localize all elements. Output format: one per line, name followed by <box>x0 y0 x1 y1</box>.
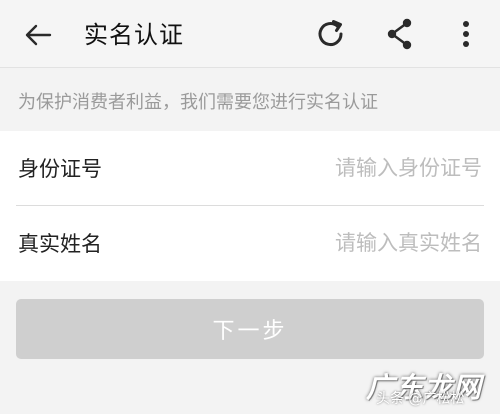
page-title: 实名认证 <box>84 21 184 49</box>
share-icon <box>387 18 412 50</box>
real-name-input[interactable] <box>182 224 482 262</box>
more-options-button[interactable] <box>453 15 489 53</box>
id-number-input[interactable] <box>182 149 482 187</box>
real-name-label: 真实姓名 <box>18 232 102 256</box>
refresh-icon <box>318 20 343 46</box>
notice-text: 为保护消费者利益，我们需要您进行实名认证 <box>18 92 378 113</box>
watermark-caption: 头条 @广松松 <box>376 391 465 407</box>
more-vertical-icon <box>463 21 469 47</box>
top-app-bar: 实名认证 <box>0 0 500 68</box>
id-number-row: 身份证号 <box>0 131 500 206</box>
next-step-button[interactable]: 下一步 <box>16 299 484 359</box>
back-button[interactable] <box>20 17 56 53</box>
real-name-row: 真实姓名 <box>0 206 500 281</box>
id-number-label: 身份证号 <box>18 157 102 181</box>
share-button[interactable] <box>381 15 417 53</box>
verification-form: 身份证号 真实姓名 <box>0 131 500 281</box>
refresh-button[interactable] <box>313 15 349 53</box>
watermark-brand: 广东龙网 <box>366 371 483 404</box>
arrow-left-icon <box>25 24 52 46</box>
notice-bar: 为保护消费者利益，我们需要您进行实名认证 <box>0 69 500 131</box>
